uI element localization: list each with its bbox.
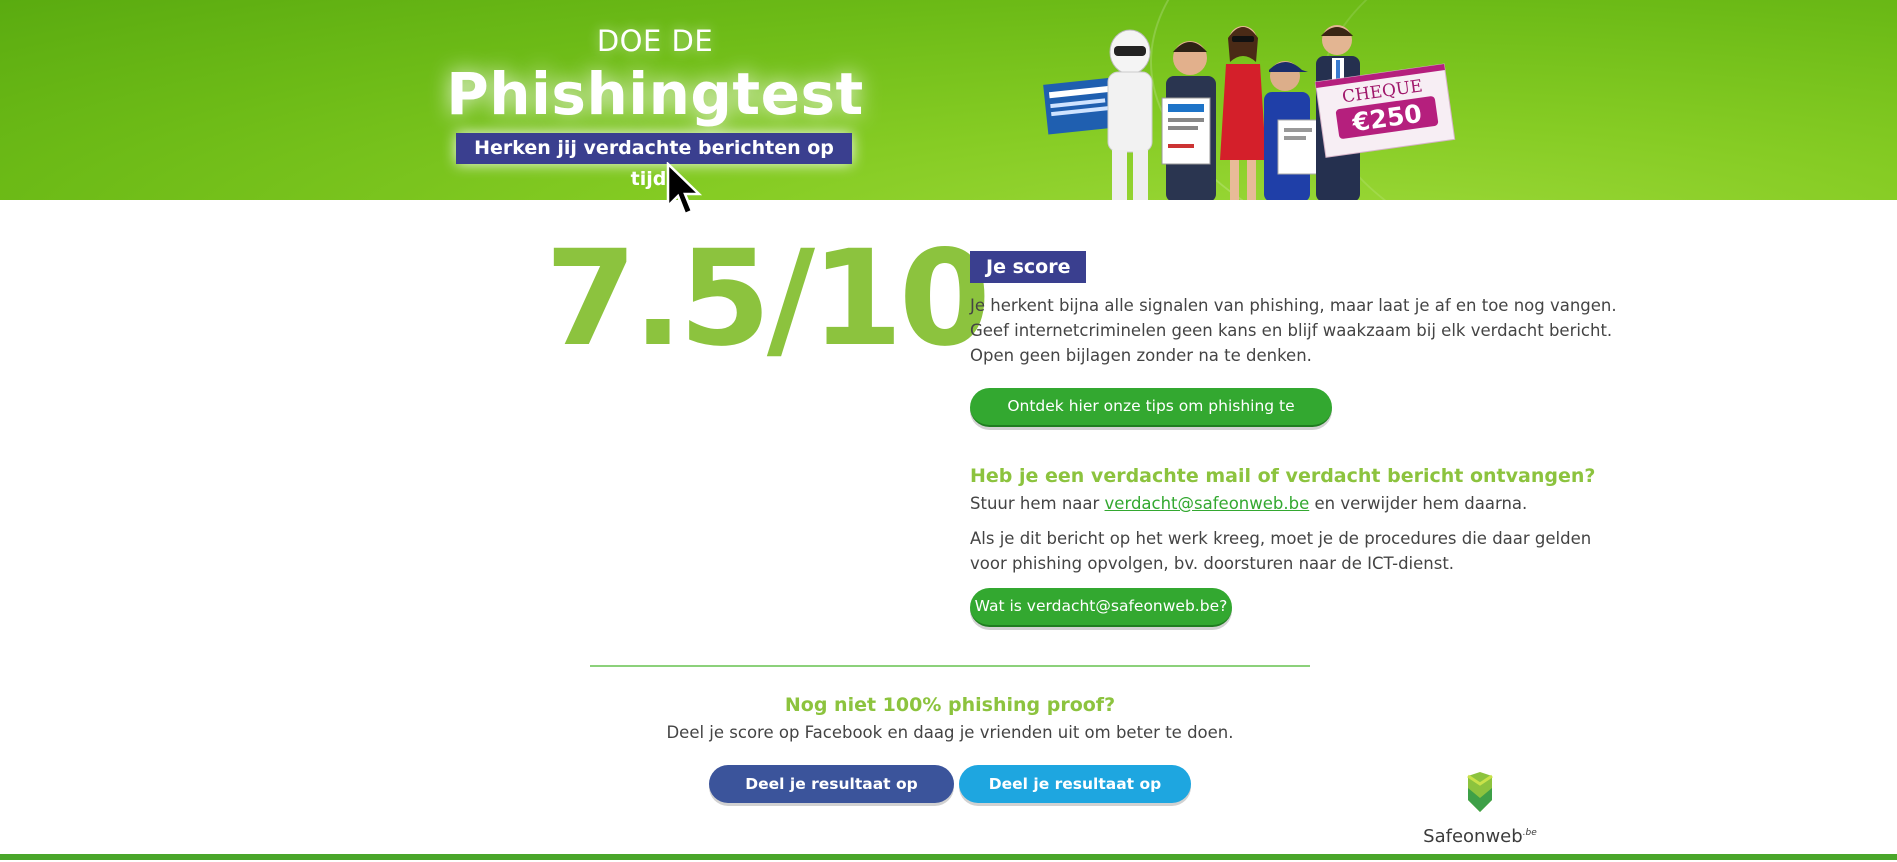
report-work-line: voor phishing opvolgen, bv. doorsturen n… xyxy=(970,554,1455,573)
banner-headline: Phishingtest xyxy=(446,60,864,128)
report-heading: Heb je een verdachte mail of verdacht be… xyxy=(970,465,1596,487)
score-description-line: Je herkent bijna alle signalen van phish… xyxy=(970,296,1617,315)
report-instruction-suffix: en verwijder hem daarna. xyxy=(1309,494,1528,513)
share-twitter-button[interactable]: Deel je resultaat op Twitter xyxy=(959,765,1191,831)
banner-people-illustration: CHEQUE €250 xyxy=(1043,25,1456,200)
banner-tagline: Herken jij verdachte berichten op tijd? xyxy=(456,133,852,190)
report-instruction: Stuur hem naar verdacht@safeonweb.be en … xyxy=(970,491,1527,516)
report-email-link[interactable]: verdacht@safeonweb.be xyxy=(1105,494,1310,513)
logo-suffix: .be xyxy=(1522,828,1537,838)
section-divider xyxy=(590,665,1310,667)
logo-text: Safeonweb xyxy=(1423,826,1523,847)
share-heading: Nog niet 100% phishing proof? xyxy=(784,694,1116,716)
header-banner: DOE DE Phishingtest Herken jij verdachte… xyxy=(0,0,1897,200)
report-work-note: Als je dit bericht op het werk kreeg, mo… xyxy=(970,526,1591,576)
report-instruction-prefix: Stuur hem naar xyxy=(970,494,1105,513)
safeonweb-logo[interactable]: Safeonweb.be xyxy=(1420,772,1540,862)
score-badge: Je score xyxy=(970,251,1087,283)
score-description-line: Open geen bijlagen zonder na te denken. xyxy=(970,346,1312,365)
mouse-cursor-icon xyxy=(666,162,703,216)
footer-bar xyxy=(0,854,1897,860)
score-description: Je herkent bijna alle signalen van phish… xyxy=(970,293,1617,368)
what-is-verdacht-button[interactable]: Wat is verdacht@safeonweb.be? xyxy=(970,588,1232,627)
banner-kicker: DOE DE xyxy=(596,24,714,58)
report-work-line: Als je dit bericht op het werk kreeg, mo… xyxy=(970,529,1592,548)
phishing-tips-button[interactable]: Ontdek hier onze tips om phishing te her… xyxy=(970,388,1332,452)
safeonweb-shield-icon xyxy=(1467,772,1493,812)
share-text: Deel je score op Facebook en daag je vri… xyxy=(666,723,1234,742)
score-description-line: Geef internetcriminelen geen kans en bli… xyxy=(970,321,1613,340)
score-value: 7.5/10 xyxy=(545,222,991,376)
share-facebook-button[interactable]: Deel je resultaat op Facebook xyxy=(709,765,954,831)
